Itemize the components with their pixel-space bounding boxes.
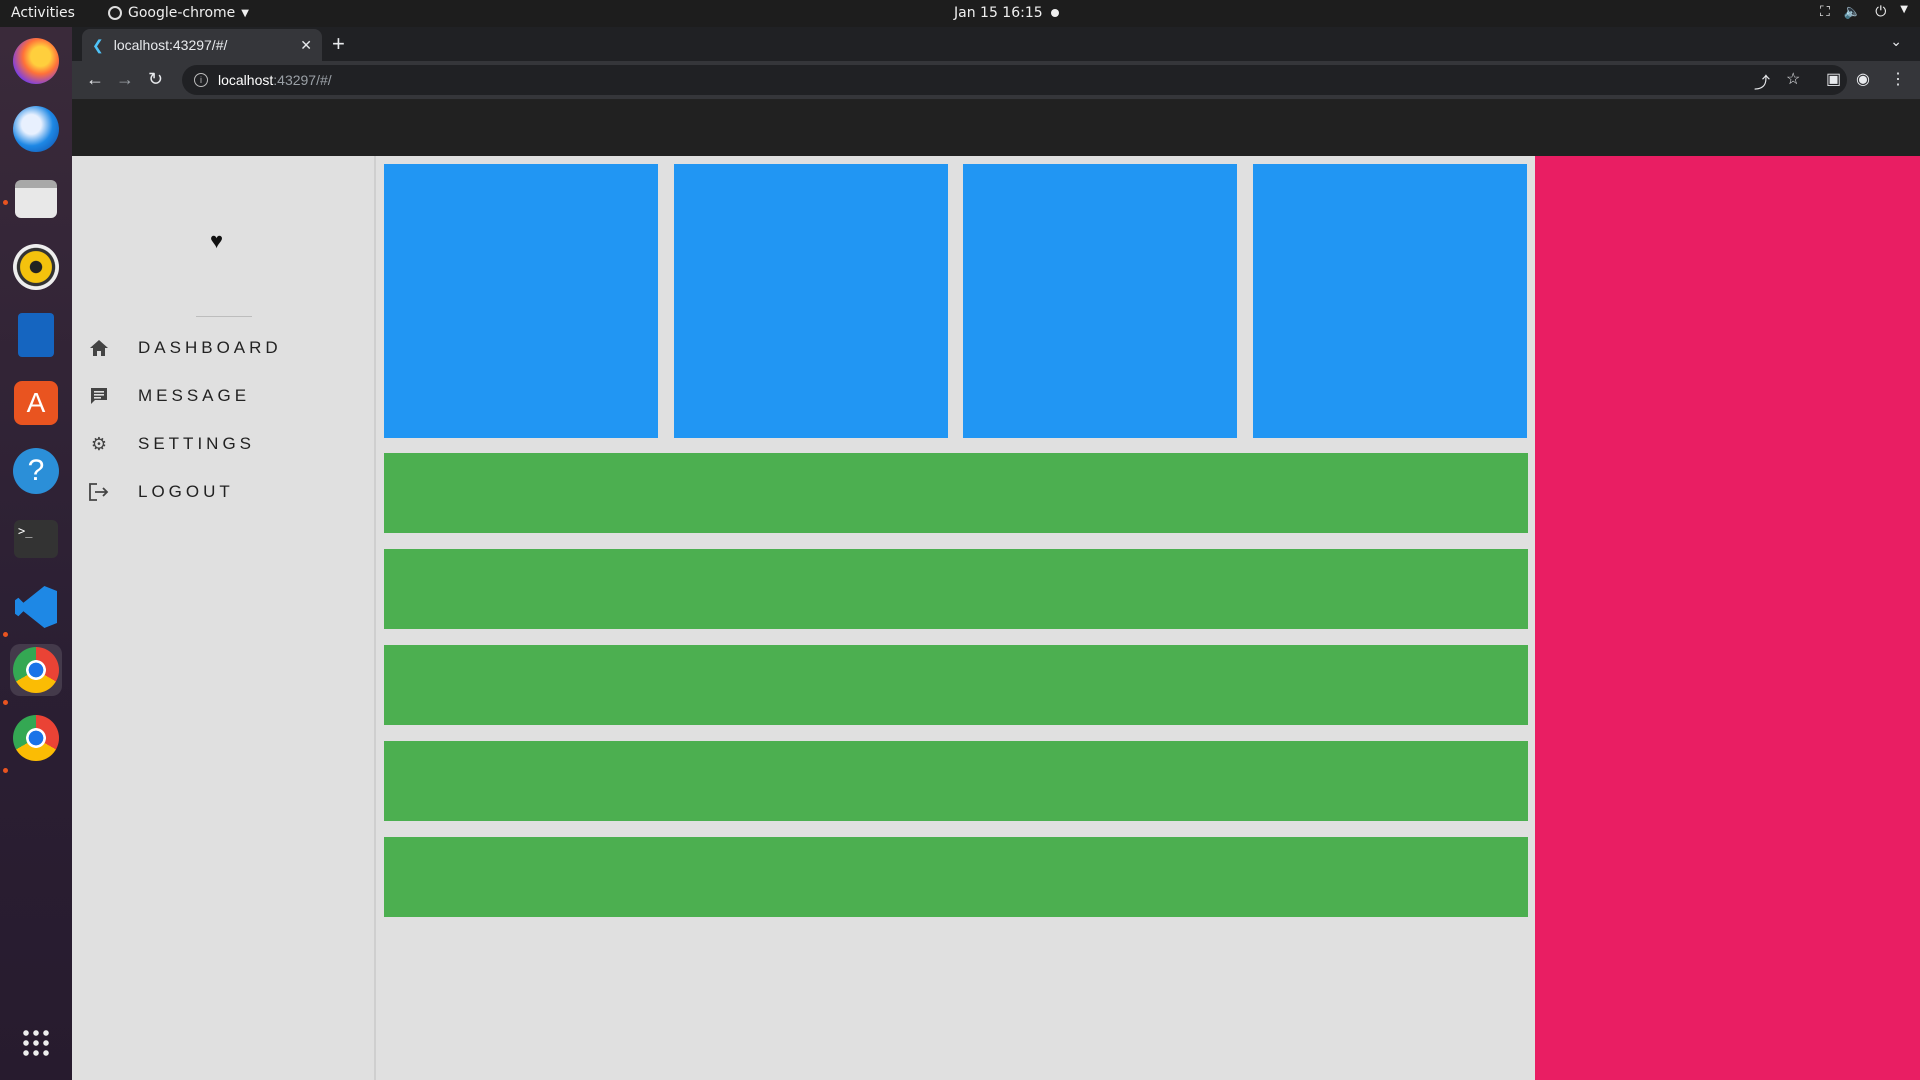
system-tray[interactable]: ⛶ 🔈 ⏻ ▼	[1820, 4, 1908, 20]
message-icon	[88, 385, 110, 407]
running-indicator	[3, 768, 8, 773]
app-grid-icon	[21, 1028, 51, 1058]
running-indicator	[3, 200, 8, 205]
terminal-icon: >_	[14, 520, 58, 558]
url-host: localhost	[218, 72, 274, 88]
web-page: ♥ DASHBOARD MESSAGE ⚙ SETTINGS LOGOUT	[72, 100, 1920, 1080]
green-row[interactable]	[384, 453, 1528, 533]
nav-label: MESSAGE	[138, 386, 251, 405]
nav-item-dashboard[interactable]: DASHBOARD	[88, 328, 368, 368]
help-icon: ?	[13, 448, 59, 494]
blue-tile[interactable]	[384, 164, 658, 438]
nav-label: SETTINGS	[138, 434, 256, 453]
system-top-bar: Activities Google-chrome ▼ Jan 15 16:15 …	[0, 0, 1920, 27]
green-row[interactable]	[384, 645, 1528, 725]
new-tab-button[interactable]: +	[332, 31, 345, 57]
nav-item-logout[interactable]: LOGOUT	[88, 472, 368, 512]
files-launcher[interactable]	[10, 173, 62, 225]
writer-icon	[18, 313, 54, 357]
thunderbird-icon	[13, 106, 59, 152]
flutter-favicon-icon: ❮	[92, 36, 104, 53]
gear-icon: ⚙	[90, 433, 108, 454]
reload-button[interactable]: ↻	[148, 69, 163, 90]
chrome-icon	[13, 647, 59, 693]
url-path: :43297/#/	[273, 72, 332, 88]
tab-search-icon[interactable]: ⌄	[1890, 33, 1902, 50]
nav-item-settings[interactable]: ⚙ SETTINGS	[88, 424, 368, 464]
help-launcher[interactable]: ?	[10, 445, 62, 497]
clock[interactable]: Jan 15 16:15	[954, 5, 1043, 21]
app-menu-label: Google-chrome	[128, 5, 236, 21]
nav-label: DASHBOARD	[138, 338, 282, 357]
nav-item-message[interactable]: MESSAGE	[88, 376, 368, 416]
vscode-launcher[interactable]	[10, 581, 62, 633]
kebab-menu-icon[interactable]: ⋮	[1890, 69, 1906, 89]
writer-launcher[interactable]	[10, 309, 62, 361]
running-indicator	[3, 632, 8, 637]
green-row[interactable]	[384, 549, 1528, 629]
app-menu[interactable]: Google-chrome ▼	[108, 5, 249, 21]
green-row[interactable]	[384, 837, 1528, 917]
tab-strip: ❮ localhost:43297/#/ ✕ + ⌄	[72, 27, 1920, 61]
caret-down-icon: ▼	[1900, 4, 1908, 15]
software-launcher[interactable]: A	[10, 377, 62, 429]
green-row[interactable]	[384, 741, 1528, 821]
files-icon	[15, 180, 57, 218]
nav-drawer: ♥ DASHBOARD MESSAGE ⚙ SETTINGS LOGOUT	[72, 156, 376, 1080]
chrome-launcher-2[interactable]	[10, 712, 62, 764]
profile-avatar-icon[interactable]: ◉	[1856, 69, 1870, 89]
nav-label: LOGOUT	[138, 482, 234, 501]
tab-title: localhost:43297/#/	[113, 37, 228, 53]
terminal-launcher[interactable]: >_	[10, 513, 62, 565]
firefox-icon	[13, 38, 59, 84]
back-button[interactable]: ←	[86, 69, 104, 90]
address-bar[interactable]: i localhost:43297/#/	[182, 65, 1847, 95]
thunderbird-launcher[interactable]	[10, 103, 62, 155]
chrome-small-icon	[108, 6, 122, 20]
drawer-divider	[196, 316, 252, 317]
info-icon[interactable]: i	[194, 73, 208, 87]
caret-down-icon: ▼	[241, 7, 249, 19]
show-apps-button[interactable]	[10, 1017, 62, 1069]
browser-tab[interactable]: ❮ localhost:43297/#/ ✕	[82, 29, 322, 61]
right-panel	[1535, 156, 1920, 1080]
chrome-launcher[interactable]	[10, 644, 62, 696]
vscode-icon	[15, 586, 57, 628]
power-icon: ⏻	[1875, 4, 1887, 20]
network-icon: ⛶	[1819, 4, 1830, 20]
close-tab-icon[interactable]: ✕	[300, 37, 312, 54]
share-icon[interactable]: ⤴	[1754, 69, 1770, 93]
volume-icon: 🔈	[1843, 4, 1862, 20]
blue-tile[interactable]	[963, 164, 1237, 438]
software-icon: A	[14, 381, 58, 425]
blue-tile[interactable]	[674, 164, 948, 438]
blue-tile[interactable]	[1253, 164, 1527, 438]
home-icon	[88, 337, 110, 359]
activities-button[interactable]: Activities	[11, 5, 75, 21]
bookmark-star-icon[interactable]: ☆	[1786, 69, 1800, 89]
dock: A ? >_	[0, 27, 72, 1080]
browser-toolbar: ← → ↻ i localhost:43297/#/ ⤴ ☆ ▣ ◉ ⋮	[72, 61, 1920, 100]
heart-icon: ♥	[210, 228, 224, 253]
logout-icon	[88, 481, 110, 503]
rhythmbox-icon	[13, 244, 59, 290]
running-indicator	[3, 700, 8, 705]
firefox-launcher[interactable]	[10, 35, 62, 87]
notification-dot	[1051, 9, 1059, 17]
rhythmbox-launcher[interactable]	[10, 241, 62, 293]
chrome-icon	[13, 715, 59, 761]
side-panel-icon[interactable]: ▣	[1826, 69, 1841, 89]
app-bar	[72, 100, 1920, 156]
forward-button[interactable]: →	[116, 69, 134, 90]
